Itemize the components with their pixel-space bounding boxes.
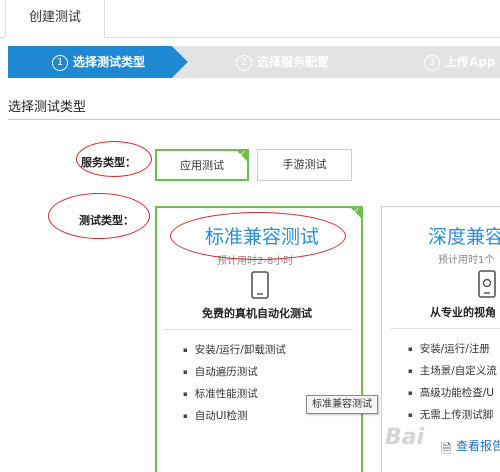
card-title: 深度兼容 bbox=[428, 226, 500, 248]
section-title: 选择测试类型 bbox=[8, 100, 87, 115]
feature-item: 标准性能测试 bbox=[183, 383, 286, 405]
view-report-link[interactable]: 查看报告 bbox=[456, 437, 500, 454]
feature-item: 高级功能检查/U bbox=[408, 382, 497, 404]
service-option-game-test-label: 手游测试 bbox=[282, 158, 327, 171]
watermark-logo: Bai bbox=[385, 425, 425, 450]
step-progress: 1 选择测试类型 2 选择服务配置 3 上传App bbox=[8, 46, 500, 78]
card-tagline: 免费的真机自动化测试 bbox=[202, 307, 312, 320]
service-option-app-test-label: 应用测试 bbox=[180, 159, 224, 172]
service-option-game-test[interactable]: 手游测试 bbox=[257, 149, 352, 181]
step-1[interactable]: 1 选择测试类型 bbox=[8, 46, 188, 78]
card-tagline: 从专业的视角 bbox=[430, 306, 496, 319]
tab-bar: 创建测试 bbox=[0, 0, 500, 38]
step-3-label: 上传App bbox=[445, 55, 496, 69]
check-icon: ✓ bbox=[353, 206, 360, 215]
card-separator bbox=[390, 328, 500, 329]
check-icon: ✓ bbox=[239, 149, 246, 158]
feature-item: 无需上传测试脚 bbox=[408, 404, 497, 426]
service-type-label: 服务类型： bbox=[81, 156, 136, 169]
test-type-label: 测试类型： bbox=[79, 214, 134, 227]
step-1-label: 选择测试类型 bbox=[73, 55, 146, 69]
service-option-app-test[interactable]: 应用测试 ✓ bbox=[155, 149, 249, 181]
step-2-number: 2 bbox=[236, 55, 252, 71]
phone-gear-icon bbox=[478, 270, 496, 298]
feature-item: 安装/运行/注册 bbox=[408, 338, 497, 360]
feature-item: 安装/运行/卸载测试 bbox=[183, 339, 286, 361]
annotation-ellipse-card-title bbox=[170, 212, 346, 260]
section-divider bbox=[8, 119, 500, 120]
feature-item: 主场景/自定义流 bbox=[408, 360, 497, 382]
feature-list: 安装/运行/注册 主场景/自定义流 高级功能检查/U 无需上传测试脚 bbox=[408, 338, 497, 426]
step-1-number: 1 bbox=[52, 55, 68, 71]
card-subtitle: 预计用时1个 bbox=[438, 255, 495, 266]
feature-item: 自动UI检测 bbox=[183, 405, 286, 427]
tooltip: 标准兼容测试 bbox=[306, 395, 378, 414]
feature-list: 安装/运行/卸载测试 自动遍历测试 标准性能测试 自动UI检测 bbox=[183, 339, 286, 427]
step-3-number: 3 bbox=[424, 55, 440, 71]
document-icon: 🗎 bbox=[441, 442, 452, 457]
feature-item: 自动遍历测试 bbox=[183, 361, 286, 383]
card-separator bbox=[163, 329, 353, 330]
step-2[interactable]: 2 选择服务配置 bbox=[172, 46, 356, 78]
phone-icon bbox=[251, 271, 269, 299]
step-3[interactable]: 3 上传App bbox=[340, 46, 500, 78]
tab-create-test[interactable]: 创建测试 bbox=[5, 0, 105, 38]
step-2-label: 选择服务配置 bbox=[257, 55, 330, 69]
